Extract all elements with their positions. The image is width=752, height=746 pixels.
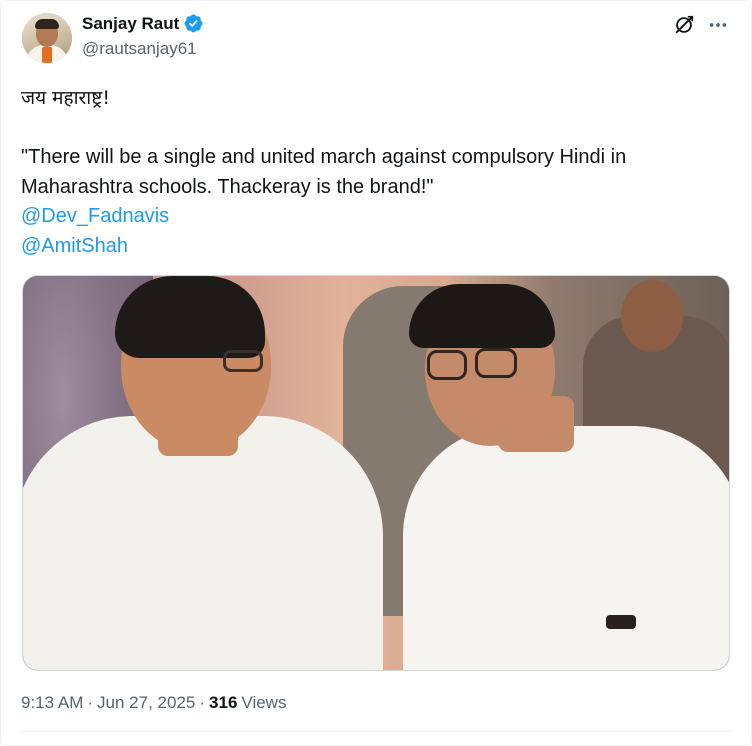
views-count: 316 (209, 693, 238, 712)
tweet-text-line: Maharashtra schools. Thackeray is the br… (21, 176, 434, 198)
mention-link-amitshah[interactable]: @AmitShah (21, 231, 128, 261)
mention-link-dev-fadnavis[interactable]: @Dev_Fadnavis (21, 201, 169, 231)
meta-separator: · (199, 693, 206, 712)
views-label: Views (241, 693, 287, 712)
tweet-meta: 9:13 AM · Jun 27, 2025 · 316 Views (21, 693, 286, 713)
divider (21, 731, 733, 732)
author-handle[interactable]: @rautsanjay61 (82, 39, 197, 59)
avatar[interactable] (22, 13, 72, 63)
tweet-card: Sanjay Raut @rautsanjay61 जय महाराष्ट्र!… (0, 0, 752, 746)
meta-separator: · (87, 693, 94, 712)
tweet-time[interactable]: 9:13 AM (21, 693, 83, 713)
verified-badge-icon (184, 14, 203, 33)
tweet-text-line: "There will be a single and united march… (21, 146, 627, 168)
more-icon[interactable] (707, 14, 729, 36)
tweet-date[interactable]: Jun 27, 2025 (97, 693, 195, 713)
grok-icon[interactable] (673, 14, 695, 36)
tweet-text-line: जय महाराष्ट्र! (21, 87, 110, 109)
tweet-photo[interactable] (22, 275, 730, 671)
author-name-row[interactable]: Sanjay Raut (82, 13, 204, 34)
author-display-name[interactable]: Sanjay Raut (82, 14, 179, 34)
